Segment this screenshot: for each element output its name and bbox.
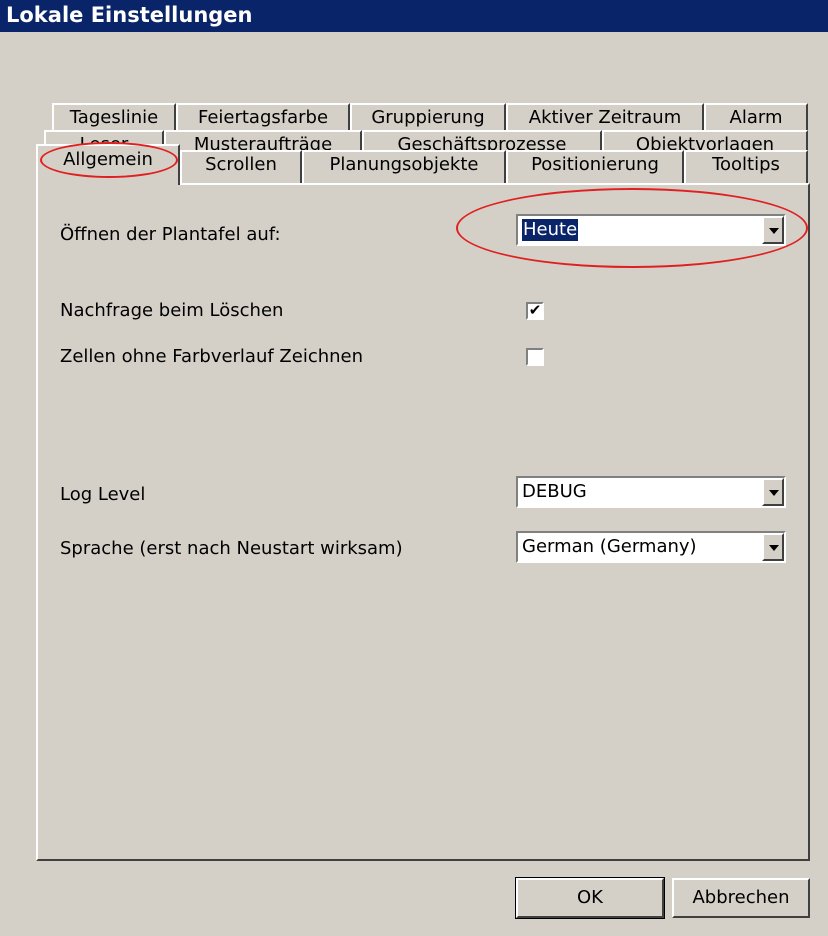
tab-scrollen[interactable]: Scrollen bbox=[180, 150, 302, 183]
no-gradient-checkbox[interactable] bbox=[526, 348, 544, 366]
tab-positionierung[interactable]: Positionierung bbox=[506, 150, 684, 183]
chevron-down-icon[interactable] bbox=[762, 533, 784, 561]
no-gradient-label: Zellen ohne Farbverlauf Zeichnen bbox=[60, 346, 364, 367]
check-mark-icon: ✔ bbox=[528, 301, 542, 319]
open-board-select[interactable]: Heute bbox=[516, 214, 786, 246]
tab-planungsobjekte[interactable]: Planungsobjekte bbox=[302, 150, 506, 183]
log-level-value: DEBUG bbox=[522, 481, 587, 502]
chevron-down-icon[interactable] bbox=[762, 478, 784, 506]
language-value: German (Germany) bbox=[522, 536, 697, 557]
open-board-value: Heute bbox=[520, 218, 580, 242]
ok-button[interactable]: OK bbox=[515, 877, 665, 919]
cancel-button[interactable]: Abbrechen bbox=[672, 878, 810, 918]
open-board-label: Öffnen der Plantafel auf: bbox=[60, 224, 281, 245]
confirm-delete-label: Nachfrage beim Löschen bbox=[60, 300, 284, 321]
language-label: Sprache (erst nach Neustart wirksam) bbox=[60, 538, 403, 559]
log-level-select[interactable]: DEBUG bbox=[516, 476, 786, 508]
tab-allgemein[interactable]: Allgemein bbox=[36, 144, 180, 185]
language-select[interactable]: German (Germany) bbox=[516, 531, 786, 563]
chevron-down-icon[interactable] bbox=[762, 216, 784, 244]
tab-panel-allgemein bbox=[36, 183, 810, 861]
log-level-label: Log Level bbox=[60, 484, 146, 505]
window-title: Lokale Einstellungen bbox=[0, 0, 828, 32]
tab-tooltips[interactable]: Tooltips bbox=[684, 150, 808, 183]
confirm-delete-checkbox[interactable]: ✔ bbox=[526, 302, 544, 320]
